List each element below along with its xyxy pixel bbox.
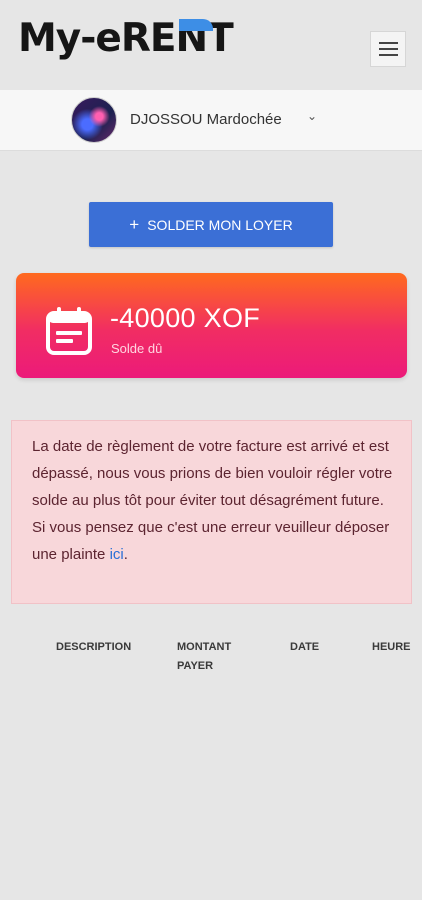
column-header-date[interactable]: DATE (290, 638, 319, 657)
alert-message: La date de règlement de votre facture es… (32, 438, 393, 563)
app-logo[interactable]: My-eRENT (18, 19, 234, 58)
column-header-description[interactable]: DESCRIPTION (56, 638, 131, 657)
logo-flag-accent (179, 19, 213, 31)
hamburger-menu-button[interactable] (370, 31, 406, 67)
alert-suffix: . (123, 546, 128, 563)
avatar[interactable] (71, 97, 117, 143)
hamburger-line (378, 54, 398, 56)
complaint-link[interactable]: ici (110, 546, 124, 563)
payments-table-header: DESCRIPTION MONTANT PAYER DATE HEURE (0, 638, 422, 678)
user-bar: DJOSSOU Mardochée ⌄ (0, 90, 422, 151)
user-name[interactable]: DJOSSOU Mardochée (130, 111, 282, 128)
pay-rent-button[interactable]: + SOLDER MON LOYER (89, 202, 333, 247)
hamburger-line (378, 48, 398, 50)
column-header-time[interactable]: HEURE (372, 638, 422, 657)
balance-card: -40000 XOF Solde dû (16, 273, 407, 378)
calendar-icon (46, 307, 92, 355)
chevron-down-icon[interactable]: ⌄ (307, 109, 317, 123)
overdue-alert: La date de règlement de votre facture es… (11, 420, 412, 604)
balance-amount: -40000 XOF (110, 303, 261, 333)
hamburger-menu-icon (378, 42, 398, 44)
pay-rent-button-label: SOLDER MON LOYER (147, 216, 293, 233)
balance-label: Solde dû (111, 341, 163, 356)
plus-icon: + (129, 215, 140, 234)
column-header-amount[interactable]: MONTANT PAYER (177, 638, 247, 676)
top-bar: My-eRENT (0, 0, 422, 90)
